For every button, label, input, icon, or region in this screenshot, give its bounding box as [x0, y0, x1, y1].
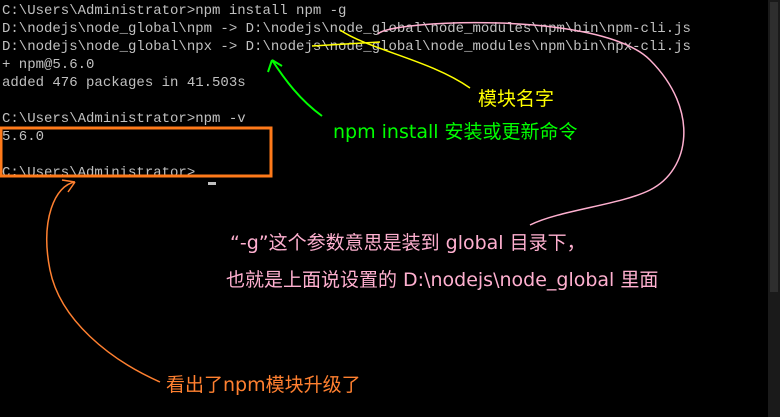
annotation-overlay	[0, 21, 685, 383]
highlight-box	[0, 126, 273, 178]
annotation-upgraded: 看出了npm模块升级了	[166, 374, 361, 396]
annotation-g-param-line2: 也就是上面说设置的 D:\nodejs\node_global 里面	[226, 269, 659, 291]
annotation-g-param-line1: “-g”这个参数意思是装到 global 目录下，	[230, 232, 586, 254]
annotation-module-name: 模块名字	[478, 88, 555, 110]
arrow-install	[267, 59, 323, 117]
arrow-module	[339, 29, 471, 89]
annotation-install: npm install 安装或更新命令	[333, 121, 578, 143]
arrow-upgraded	[46, 179, 161, 383]
